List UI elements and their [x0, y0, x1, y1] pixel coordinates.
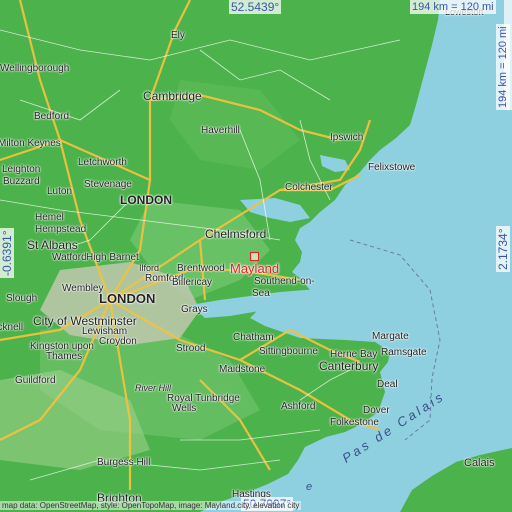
label-letchworth: Letchworth [78, 157, 127, 168]
label-high-barnet: High Barnet [86, 252, 139, 263]
scale-vertical-readout: 194 km = 120 mi [496, 24, 510, 110]
lon-left-readout: -0.6391° [0, 228, 14, 278]
label-ramsgate: Ramsgate [381, 347, 427, 358]
label-haverhill: Haverhill [201, 125, 240, 136]
label-colchester: Colchester [285, 182, 333, 193]
label-wells: Wells [172, 403, 197, 414]
label-st-albans: St Albans [27, 238, 78, 252]
label-cambridge: Cambridge [143, 89, 202, 103]
label-leighton: Leighton [2, 164, 41, 175]
map-canvas[interactable]: Lowestoft Ely Wellingborough Cambridge B… [0, 0, 512, 512]
label-sittingbourne: Sittingbourne [259, 346, 318, 357]
label-bracknell: Bracknell [0, 322, 24, 333]
label-watford: Watford [52, 252, 87, 263]
lat-top-readout: 52.5439° [229, 0, 282, 14]
label-chelmsford: Chelmsford [205, 227, 267, 241]
label-ilford: Ilford [139, 263, 160, 273]
scale-horizontal-readout: 194 km = 120 mi [410, 0, 496, 14]
label-ashford: Ashford [281, 401, 316, 412]
label-sea-suffix: Sea [252, 288, 270, 299]
label-wellingborough: Wellingborough [0, 63, 70, 74]
label-hempstead: Hempstead [35, 224, 87, 235]
label-dover: Dover [363, 405, 390, 416]
map-credit: map data: OpenStreetMap, style: OpenTopo… [0, 501, 302, 510]
label-burgess-hill: Burgess Hill [97, 457, 151, 468]
label-stevenage: Stevenage [84, 179, 132, 190]
label-grays: Grays [181, 304, 208, 315]
label-felixstowe: Felixstowe [368, 162, 416, 173]
lon-right-readout: 2.1734° [496, 226, 510, 272]
label-folkestone: Folkestone [330, 417, 379, 428]
label-buzzard: Buzzard [3, 176, 40, 187]
label-croydon: Croydon [99, 336, 137, 347]
label-billericay: Billericay [172, 277, 213, 288]
label-london-top: London [120, 193, 172, 207]
label-sea-e: e [306, 481, 313, 493]
label-margate: Margate [372, 331, 409, 342]
label-hemel: Hemel [35, 212, 64, 223]
label-mayland[interactable]: Mayland [230, 262, 279, 275]
label-slough: Slough [6, 293, 38, 304]
label-luton: Luton [47, 186, 73, 197]
label-wembley: Wembley [62, 283, 104, 294]
label-chatham: Chatham [233, 332, 274, 343]
label-ipswich: Ipswich [330, 132, 364, 143]
label-southend: Southend-on- [254, 276, 315, 287]
label-guildford: Guildford [15, 375, 56, 386]
label-maidstone: Maidstone [219, 364, 266, 375]
label-milton-keynes: Milton Keynes [0, 138, 61, 149]
label-brentwood: Brentwood [177, 263, 225, 274]
label-london-main: LONDON [99, 291, 156, 306]
label-thames: Thames [46, 351, 83, 362]
mayland-marker[interactable] [250, 252, 259, 261]
label-canterbury: Canterbury [319, 359, 379, 373]
label-bedford: Bedford [34, 111, 70, 122]
label-strood: Strood [176, 343, 206, 354]
label-calais: Calais [464, 457, 495, 469]
label-ely: Ely [171, 30, 185, 41]
label-river-hill: River Hill [135, 383, 171, 393]
label-deal: Deal [377, 379, 398, 390]
